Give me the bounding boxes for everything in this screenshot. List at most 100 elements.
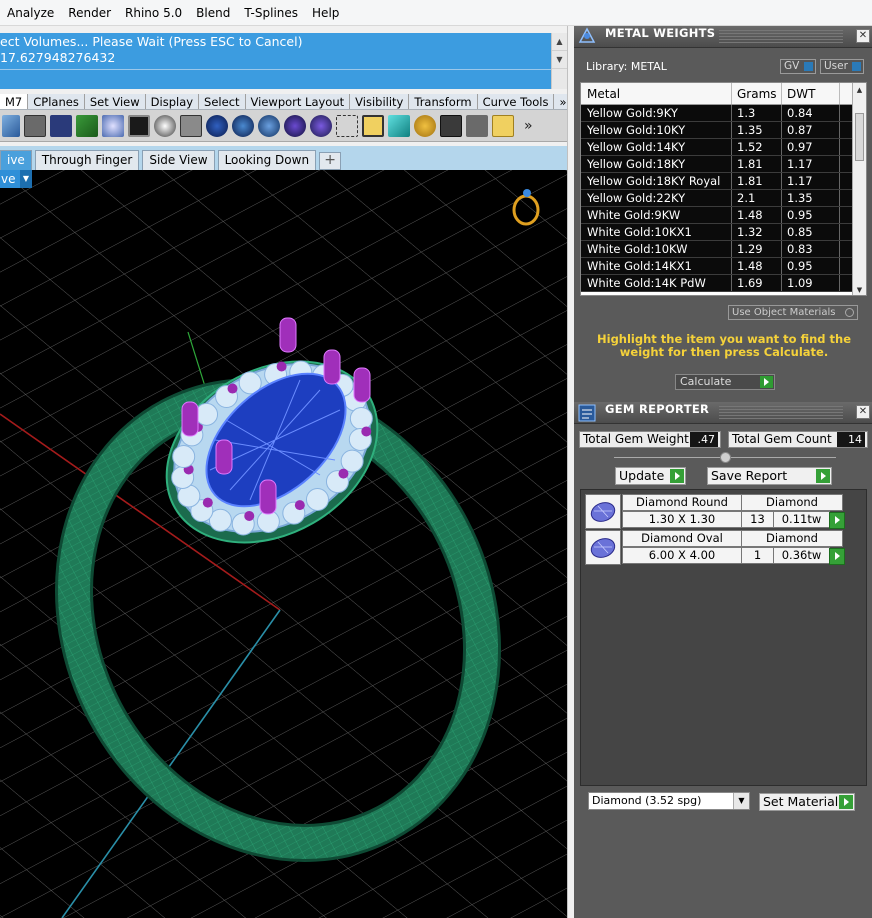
tab-select[interactable]: Select	[199, 94, 246, 109]
panel-splitter[interactable]	[567, 26, 574, 918]
table-row[interactable]: White Gold:14KX1 1.48 0.95	[581, 258, 866, 275]
tool-icon[interactable]	[206, 114, 228, 137]
tab-curve-tools[interactable]: Curve Tools	[478, 94, 555, 109]
gem-material: Diamond	[741, 494, 843, 511]
tab-viewport-layout[interactable]: Viewport Layout	[246, 94, 351, 109]
gv-toggle[interactable]: GV	[780, 59, 816, 74]
tab-visibility[interactable]: Visibility	[350, 94, 410, 109]
menu-blend[interactable]: Blend	[189, 6, 237, 20]
tab-transform[interactable]: Transform	[409, 94, 478, 109]
delete-icon[interactable]	[492, 114, 514, 137]
menu-help[interactable]: Help	[305, 6, 346, 20]
tool-icon[interactable]	[284, 114, 306, 137]
command-history-line: 17.627948276432	[0, 50, 116, 65]
material-select-value: Diamond (3.52 spg)	[592, 794, 702, 807]
table-cell: Yellow Gold:14KY	[581, 139, 732, 155]
tool-icon[interactable]	[154, 114, 176, 137]
user-toggle[interactable]: User	[820, 59, 864, 74]
tool-icon[interactable]	[310, 114, 332, 137]
slider-knob[interactable]	[720, 452, 731, 463]
table-row[interactable]: White Gold:10KX1 1.32 0.85	[581, 224, 866, 241]
tab-display[interactable]: Display	[146, 94, 200, 109]
scroll-down-icon[interactable]: ▼	[552, 51, 567, 69]
gear-icon[interactable]	[414, 114, 436, 137]
command-scrollbar[interactable]: ▲ ▼	[551, 33, 567, 89]
scroll-up-icon[interactable]: ▲	[853, 83, 866, 97]
tool-icon[interactable]	[2, 114, 20, 137]
viewport-canvas[interactable]	[0, 170, 567, 918]
close-icon[interactable]: ✕	[856, 29, 870, 43]
tab-through-finger[interactable]: Through Finger	[34, 150, 140, 170]
tool-icon[interactable]	[336, 114, 358, 137]
table-row[interactable]: White Gold:9KW 1.48 0.95	[581, 207, 866, 224]
table-row[interactable]: Yellow Gold:14KY 1.52 0.97	[581, 139, 866, 156]
menu-render[interactable]: Render	[61, 6, 118, 20]
tab-side-view[interactable]: Side View	[142, 150, 215, 170]
save-icon[interactable]	[362, 114, 384, 137]
tool-icon[interactable]	[180, 114, 202, 137]
tool-icon[interactable]	[76, 114, 98, 137]
scrollbar-thumb[interactable]	[855, 113, 864, 161]
table-cell: 1.69	[732, 275, 782, 291]
tab-cplanes[interactable]: CPlanes	[28, 94, 85, 109]
table-row[interactable]: Yellow Gold:22KY 2.1 1.35	[581, 190, 866, 207]
chevron-down-icon[interactable]: ▼	[20, 170, 32, 188]
gem-go-button[interactable]	[829, 548, 845, 565]
tab-perspective[interactable]: ive	[0, 150, 32, 170]
table-row[interactable]: White Gold:10KW 1.29 0.83	[581, 241, 866, 258]
tool-icon[interactable]	[258, 114, 280, 137]
update-button[interactable]: Update	[615, 467, 686, 485]
tool-icon[interactable]	[232, 114, 254, 137]
add-tab-button[interactable]: +	[319, 152, 342, 170]
calculate-button[interactable]: Calculate	[675, 374, 775, 390]
panel-grip[interactable]	[719, 30, 843, 44]
table-row[interactable]: Yellow Gold:10KY 1.35 0.87	[581, 122, 866, 139]
toolbar-overflow-icon[interactable]: »	[524, 118, 533, 134]
tool-icon[interactable]	[440, 114, 462, 137]
tool-icon[interactable]	[102, 114, 124, 137]
table-cell: 1.81	[732, 156, 782, 172]
menu-rhino[interactable]: Rhino 5.0	[118, 6, 189, 20]
chevron-down-icon[interactable]: ▼	[733, 793, 749, 809]
use-object-materials-option[interactable]: Use Object Materials	[728, 305, 858, 320]
tab-set-view[interactable]: Set View	[85, 94, 146, 109]
perspective-viewport[interactable]: ve ▼	[0, 170, 567, 918]
gem-list[interactable]: Diamond Round Diamond 1.30 X 1.30 13 0.11tw D…	[580, 489, 867, 786]
metal-table[interactable]: Metal Grams DWT Yellow Gold:9KY 1.3 0.84 Ye…	[580, 82, 867, 296]
tool-icon[interactable]	[24, 114, 46, 137]
close-icon[interactable]: ✕	[856, 405, 870, 419]
play-icon	[839, 795, 853, 809]
menu-tsplines[interactable]: T-Splines	[237, 6, 305, 20]
table-cell: Yellow Gold:18KY Royal	[581, 173, 732, 189]
column-header[interactable]: DWT	[782, 83, 840, 104]
table-row[interactable]: Yellow Gold:9KY 1.3 0.84	[581, 105, 866, 122]
table-row[interactable]: Yellow Gold:18KY Royal 1.81 1.17	[581, 173, 866, 190]
gem-row[interactable]: Diamond Round Diamond 1.30 X 1.30 13 0.11tw	[585, 494, 845, 529]
column-header[interactable]: Grams	[732, 83, 782, 104]
monitor-icon[interactable]	[128, 114, 150, 137]
table-row[interactable]: White Gold:14K PdW 1.69 1.09	[581, 275, 866, 292]
table-row[interactable]: Yellow Gold:18KY 1.81 1.17	[581, 156, 866, 173]
panel-grip[interactable]	[719, 406, 843, 420]
scroll-up-icon[interactable]: ▲	[552, 33, 567, 51]
tool-icon[interactable]	[50, 114, 72, 137]
table-cell: White Gold:14K PdW	[581, 275, 732, 291]
save-report-button[interactable]: Save Report	[707, 467, 832, 485]
material-select[interactable]: Diamond (3.52 spg) ▼	[588, 792, 750, 810]
table-scrollbar[interactable]: ▲ ▼	[852, 83, 866, 295]
command-prompt-input[interactable]	[0, 69, 551, 89]
panel-slider[interactable]	[614, 452, 836, 463]
scroll-down-icon[interactable]: ▼	[853, 283, 866, 295]
gem-go-button[interactable]	[829, 512, 845, 529]
table-cell: 1.09	[782, 275, 840, 291]
set-material-button[interactable]: Set Material	[759, 793, 855, 811]
column-header[interactable]: Metal	[581, 83, 732, 104]
tab-m7[interactable]: M7	[0, 94, 29, 109]
cube-icon[interactable]	[388, 114, 410, 137]
tab-looking-down[interactable]: Looking Down	[217, 150, 317, 170]
menu-analyze[interactable]: Analyze	[0, 6, 61, 20]
gem-row[interactable]: Diamond Oval Diamond 6.00 X 4.00 1 0.36tw	[585, 530, 845, 565]
viewport-title[interactable]: ve ▼	[0, 170, 32, 188]
radio-icon[interactable]	[845, 308, 854, 317]
tool-icon[interactable]	[466, 114, 488, 137]
